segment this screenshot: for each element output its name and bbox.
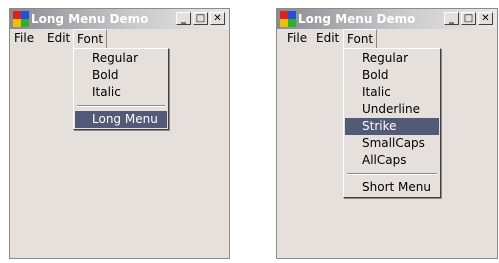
- menu-item-italic[interactable]: Italic: [75, 84, 167, 101]
- title-bar[interactable]: Long Menu Demo _ □ ✕: [277, 9, 497, 29]
- menu-font[interactable]: Font: [343, 29, 378, 48]
- app-icon[interactable]: [13, 11, 29, 27]
- font-dropdown-menu: Regular Bold Italic Long Menu: [73, 48, 169, 130]
- menu-edit[interactable]: Edit: [44, 29, 73, 48]
- menu-item-bold[interactable]: Bold: [345, 67, 439, 84]
- menu-item-strike[interactable]: Strike: [345, 118, 439, 135]
- menu-item-allcaps[interactable]: AllCaps: [345, 152, 439, 169]
- maximize-icon[interactable]: □: [193, 12, 208, 25]
- menu-item-long-menu[interactable]: Long Menu: [75, 111, 167, 128]
- menu-item-bold[interactable]: Bold: [75, 67, 167, 84]
- menu-file[interactable]: File: [284, 29, 310, 48]
- menu-item-italic[interactable]: Italic: [345, 84, 439, 101]
- menu-item-regular[interactable]: Regular: [345, 50, 439, 67]
- menu-edit[interactable]: Edit: [313, 29, 342, 48]
- menu-font[interactable]: Font: [73, 29, 108, 48]
- menu-item-underline[interactable]: Underline: [345, 101, 439, 118]
- menu-separator: [77, 105, 165, 107]
- minimize-icon[interactable]: _: [444, 12, 459, 25]
- minimize-icon[interactable]: _: [176, 12, 191, 25]
- window-long-menu: Long Menu Demo _ □ ✕ File Edit Font Regu…: [276, 8, 498, 259]
- close-icon[interactable]: ✕: [478, 12, 493, 25]
- menu-item-regular[interactable]: Regular: [75, 50, 167, 67]
- maximize-icon[interactable]: □: [461, 12, 476, 25]
- window-title: Long Menu Demo: [298, 12, 416, 26]
- app-icon[interactable]: [280, 11, 296, 27]
- font-dropdown-menu: Regular Bold Italic Underline Strike Sma…: [343, 48, 441, 198]
- window-short-menu: Long Menu Demo _ □ ✕ File Edit Font Regu…: [9, 8, 230, 259]
- menu-bar: File Edit Font: [10, 29, 229, 48]
- menu-bar: File Edit Font: [277, 29, 497, 48]
- window-title: Long Menu Demo: [31, 12, 149, 26]
- title-bar[interactable]: Long Menu Demo _ □ ✕: [10, 9, 229, 29]
- menu-separator: [347, 173, 437, 175]
- menu-item-smallcaps[interactable]: SmallCaps: [345, 135, 439, 152]
- close-icon[interactable]: ✕: [210, 12, 225, 25]
- menu-file[interactable]: File: [11, 29, 37, 48]
- menu-item-short-menu[interactable]: Short Menu: [345, 179, 439, 196]
